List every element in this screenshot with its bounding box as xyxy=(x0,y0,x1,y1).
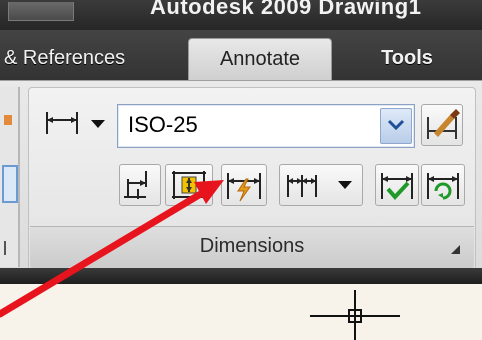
partial-divider xyxy=(4,241,6,255)
ribbon-tabs: & References Annotate Tools xyxy=(0,30,482,81)
continue-dimension-dropdown[interactable] xyxy=(338,181,352,189)
partial-icon xyxy=(4,115,12,125)
dimension-style-value: ISO-25 xyxy=(128,112,198,137)
drawing-area-border xyxy=(0,268,482,284)
autocad-window: Autodesk 2009 Drawing1 & References Anno… xyxy=(0,0,482,340)
dimension-break-icon xyxy=(227,173,261,202)
linear-dimension-dropdown[interactable] xyxy=(91,120,105,128)
dimension-break-button[interactable] xyxy=(221,164,267,206)
dimension-space-button[interactable] xyxy=(165,164,213,206)
ribbon-body: ISO-25 Dimensions xyxy=(0,80,482,271)
tab-annotate[interactable]: Annotate xyxy=(188,38,332,81)
crosshair-cursor-icon xyxy=(310,290,400,340)
panel-title: Dimensions xyxy=(199,235,305,257)
title-bar: Autodesk 2009 Drawing1 xyxy=(0,0,482,30)
dimensions-panel: ISO-25 Dimensions xyxy=(28,87,476,271)
inspect-dimension-icon xyxy=(381,173,413,200)
quick-access-toolbar[interactable] xyxy=(8,2,74,21)
dimensions-panel-title-bar: Dimensions xyxy=(30,226,474,269)
linear-dimension-icon[interactable] xyxy=(43,108,83,138)
dimension-style-dropdown-button[interactable] xyxy=(380,108,412,144)
dimension-space-icon xyxy=(172,171,206,199)
update-dimension-icon xyxy=(427,173,459,200)
baseline-dimension-button[interactable] xyxy=(119,164,161,206)
drawing-canvas[interactable] xyxy=(0,284,482,340)
chevron-down-icon xyxy=(387,119,405,131)
tab-references[interactable]: & References xyxy=(0,38,164,78)
previous-panel-edge xyxy=(0,87,20,267)
dimension-style-select[interactable]: ISO-25 xyxy=(117,104,415,148)
window-title: Autodesk 2009 Drawing1 xyxy=(150,0,422,19)
dimension-style-manager-button[interactable] xyxy=(421,104,463,146)
update-dimension-button[interactable] xyxy=(421,164,465,206)
inspect-dimension-button[interactable] xyxy=(375,164,419,206)
baseline-dimension-icon xyxy=(124,171,147,199)
continue-dimension-button[interactable] xyxy=(279,164,363,206)
panel-launcher-icon[interactable] xyxy=(451,245,460,254)
partial-button[interactable] xyxy=(2,165,18,203)
dimension-style-brush-icon xyxy=(427,109,460,139)
tab-tools[interactable]: Tools xyxy=(362,38,452,78)
